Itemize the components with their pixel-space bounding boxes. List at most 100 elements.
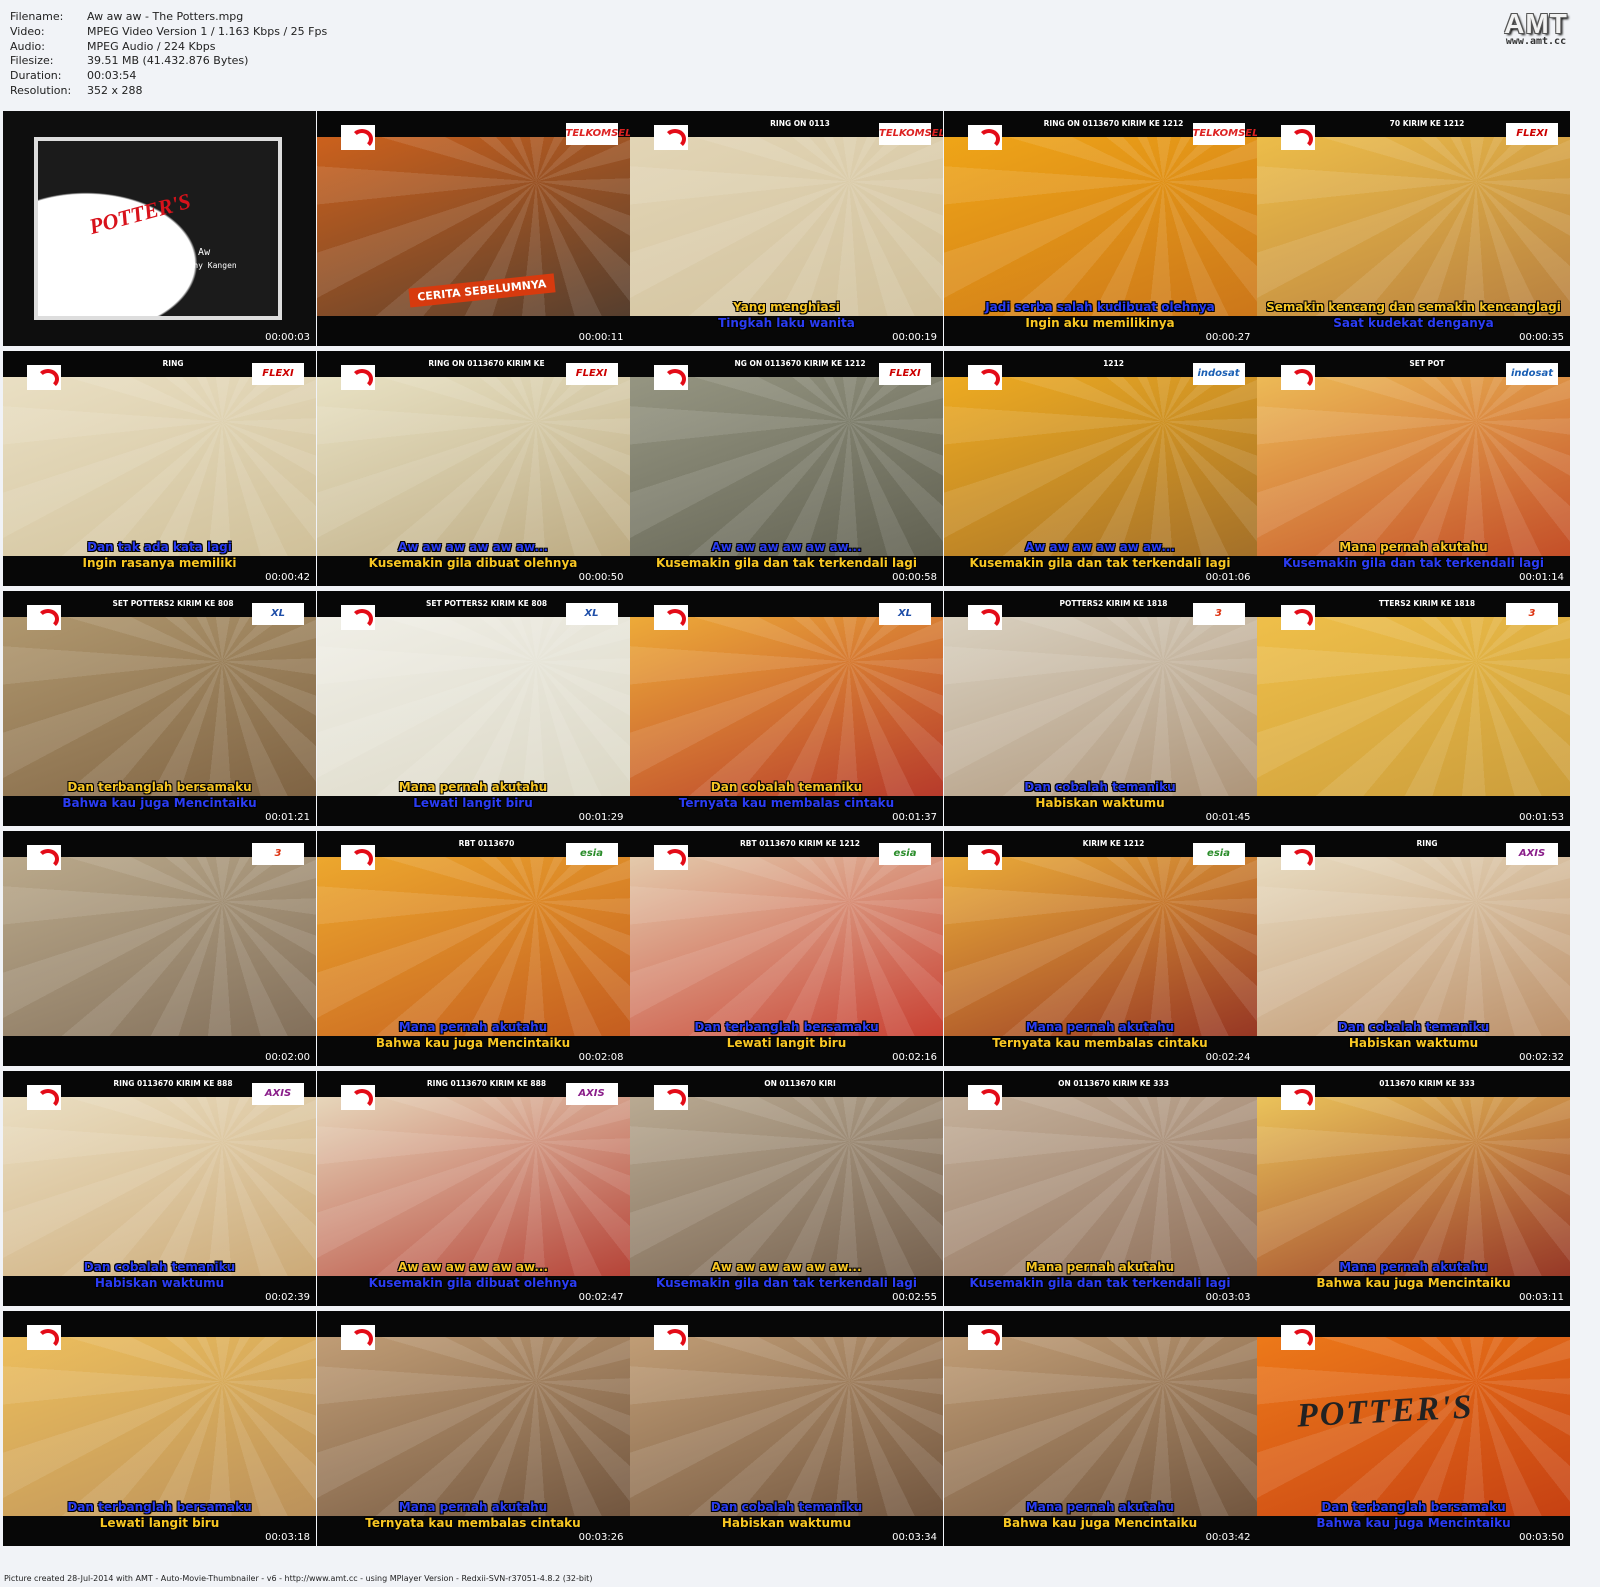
lyric-line-1: Aw aw aw aw aw aw... xyxy=(711,1260,862,1274)
timestamp: 00:02:16 xyxy=(892,1052,937,1063)
operator-logo: XL xyxy=(565,603,618,625)
lyric-line-2: Bahwa kau juga Mencintaiku xyxy=(1002,1516,1198,1530)
timestamp: 00:00:03 xyxy=(265,332,310,343)
ringtone-ticker: 0113670 KIRIM KE 333 xyxy=(1379,1079,1475,1088)
timestamp: 00:01:37 xyxy=(892,812,937,823)
operator-logo: XL xyxy=(879,603,931,625)
thumbnail-frame[interactable]: POTTERS2 KIRIM KE 1818 3 Dan cobalah teman… xyxy=(943,591,1257,826)
thumbnail-frame[interactable]: 0113670 KIRIM KE 333 Mana pernah akutahu B… xyxy=(1257,1071,1570,1306)
ringtone-ticker: 70 KIRIM KE 1212 xyxy=(1389,119,1465,128)
thumbnail-frame[interactable]: RBT 0113670 KIRIM KE 1212 esia Dan terbang… xyxy=(630,831,943,1066)
record-label-logo-icon xyxy=(27,605,61,630)
lyric-line-2: Kusemakin gila dibuat olehnya xyxy=(368,556,578,570)
thumbnail-frame[interactable]: 70 KIRIM KE 1212 FLEXI Semakin kencang dan… xyxy=(1257,111,1570,346)
thumbnail-frame[interactable]: SET POTTERS2 KIRIM KE 808 XL Mana pernah a… xyxy=(316,591,630,826)
operator-logo: FLEXI xyxy=(565,363,618,385)
lyric-line-2: Kusemakin gila dan tak terkendali lagi xyxy=(656,1276,917,1290)
record-label-logo-icon xyxy=(654,605,688,630)
lyric-line-2: Kusemakin gila dan tak terkendali lagi xyxy=(969,1276,1231,1290)
record-label-logo-icon xyxy=(27,845,61,870)
timestamp: 00:03:50 xyxy=(1519,1532,1564,1543)
ringtone-ticker: RBT 0113670 xyxy=(458,839,515,848)
lyric-line-1: Dan terbanglah bersamaku xyxy=(694,1020,879,1034)
timestamp: 00:01:21 xyxy=(265,812,310,823)
ringtone-ticker: 1212 xyxy=(1103,359,1124,368)
operator-logo: TELKOMSEL xyxy=(565,123,630,145)
info-value: MPEG Audio / 224 Kbps xyxy=(87,39,216,53)
thumbnail-frame[interactable]: ON 0113670 KIRIM KE 333 Mana pernah akuta… xyxy=(943,1071,1257,1306)
ringtone-ticker: SET POTTERS2 KIRIM KE 808 xyxy=(425,599,548,608)
thumbnail-frame[interactable]: RING 0113670 KIRIM KE 888 AXIS Aw aw aw aw… xyxy=(316,1071,630,1306)
record-label-logo-icon xyxy=(340,845,375,870)
thumbnail-frame[interactable]: 3 00:02:00 xyxy=(3,831,316,1066)
thumbnail-frame[interactable]: Dan terbanglah bersamaku Lewati langit bi… xyxy=(3,1311,316,1546)
lyric-line-1: Mana pernah akutahu xyxy=(1025,1260,1175,1274)
lyric-line-1: Jadi serba salah kudibuat olehnya xyxy=(985,300,1215,314)
lyric-line-2: Habiskan waktumu xyxy=(721,1516,852,1530)
thumbnail-frame[interactable]: TELKOMSEL CERITA SEBELUMNYA 00:00:11 xyxy=(316,111,630,346)
lyric-line-2: Bahwa kau juga Mencintaiku xyxy=(62,796,257,810)
timestamp: 00:02:00 xyxy=(265,1052,310,1063)
operator-logo: indosat xyxy=(1192,363,1245,385)
thumbnail-frame[interactable]: 1212 indosat Aw aw aw aw aw aw... Kusemakin… xyxy=(943,351,1257,586)
timestamp: 00:02:47 xyxy=(578,1292,624,1303)
intro-title-card: POTTER'S Aw Aw Cipt. Dodhy Kangen xyxy=(34,137,282,320)
thumbnail-frame[interactable]: KIRIM KE 1212 esia Mana pernah akutahu Tern… xyxy=(943,831,1257,1066)
footer-credit: Picture created 28-Jul-2014 with AMT - A… xyxy=(4,1574,593,1583)
info-value: 00:03:54 xyxy=(87,69,137,83)
lyric-line-1: Dan terbanglah bersamaku xyxy=(67,1500,252,1514)
lyric-line-2: Ternyata kau membalas cintaku xyxy=(365,1516,581,1530)
lyric-line-2: Ternyata kau membalas cintaku xyxy=(992,1036,1208,1050)
record-label-logo-icon xyxy=(340,1325,375,1350)
ringtone-ticker: ON 0113670 KIRIM KE 333 xyxy=(1058,1079,1169,1088)
info-key: Audio: xyxy=(10,39,45,53)
thumbnail-frame[interactable]: RING FLEXI Dan tak ada kata lagi Ingin rasa… xyxy=(3,351,316,586)
timestamp: 00:00:50 xyxy=(578,572,624,583)
thumbnail-frame[interactable]: POTTER'S Aw Aw Cipt. Dodhy Kangen 00:00:03 xyxy=(3,111,316,346)
lyric-line-1: Aw aw aw aw aw aw... xyxy=(397,1260,549,1274)
thumbnail-frame[interactable]: TTERS2 KIRIM KE 1818 3 00:01:53 xyxy=(1257,591,1570,826)
thumbnail-frame[interactable]: RING AXIS Dan cobalah temaniku Habiskan wak… xyxy=(1257,831,1570,1066)
ringtone-ticker: POTTERS2 KIRIM KE 1818 xyxy=(1059,599,1168,608)
ringtone-ticker: RING ON 0113 xyxy=(770,119,830,128)
lyric-line-2: Ternyata kau membalas cintaku xyxy=(678,796,895,810)
ringtone-ticker: RING xyxy=(1416,839,1438,848)
lyric-line-1: Aw aw aw aw aw aw... xyxy=(397,540,549,554)
thumbnail-frame[interactable]: Dan cobalah temaniku Habiskan waktumu 00:0… xyxy=(630,1311,943,1546)
thumbnail-frame[interactable]: XL Dan cobalah temaniku Ternyata kau memba… xyxy=(630,591,943,826)
lyric-line-2: Kusemakin gila dan tak terkendali lagi xyxy=(1283,556,1544,570)
thumbnail-frame[interactable]: Mana pernah akutahu Ternyata kau membalas… xyxy=(316,1311,630,1546)
thumbnail-frame[interactable]: Mana pernah akutahu Bahwa kau juga Mencin… xyxy=(943,1311,1257,1546)
record-label-logo-icon xyxy=(340,1085,375,1110)
thumbnail-frame[interactable]: RING 0113670 KIRIM KE 888 AXIS Dan cobalah… xyxy=(3,1071,316,1306)
thumbnail-frame[interactable]: RING ON 0113 TELKOMSEL Yang menghiasi Tingk… xyxy=(630,111,943,346)
operator-logo: indosat xyxy=(1506,363,1558,385)
file-info: Filename: Aw aw aw - The Potters.mpg Video… xyxy=(10,10,327,99)
thumbnail-frame[interactable]: RBT 0113670 esia Mana pernah akutahu Bahwa … xyxy=(316,831,630,1066)
lyric-line-2: Ingin aku memilikinya xyxy=(1025,316,1175,330)
thumbnail-frame[interactable]: RING ON 0113670 KIRIM KE FLEXI Aw aw aw aw… xyxy=(316,351,630,586)
ringtone-ticker: RING ON 0113670 KIRIM KE 1212 xyxy=(1043,119,1184,128)
lyric-line-1: Aw aw aw aw aw aw... xyxy=(711,540,862,554)
ringtone-ticker: TTERS2 KIRIM KE 1818 xyxy=(1378,599,1476,608)
thumbnail-frame[interactable]: SET POT indosat Mana pernah akutahu Kusemak… xyxy=(1257,351,1570,586)
info-key: Duration: xyxy=(10,69,62,83)
record-label-logo-icon xyxy=(654,125,688,150)
lyric-line-2: Lewati langit biru xyxy=(413,796,533,810)
thumbnail-frame[interactable]: RING ON 0113670 KIRIM KE 1212 TELKOMSEL Ja… xyxy=(943,111,1257,346)
operator-logo: FLEXI xyxy=(1506,123,1558,145)
thumbnail-frame[interactable]: NG ON 0113670 KIRIM KE 1212 FLEXI Aw aw aw… xyxy=(630,351,943,586)
thumbnail-frame[interactable]: POTTER'S Dan terbanglah bersamaku Bahwa ka… xyxy=(1257,1311,1570,1546)
record-label-logo-icon xyxy=(654,365,688,390)
thumbnail-frame[interactable]: ON 0113670 KIRI Aw aw aw aw aw aw... Kusem… xyxy=(630,1071,943,1306)
lyric-line-1: Yang menghiasi xyxy=(733,300,840,314)
ringtone-ticker: RING ON 0113670 KIRIM KE xyxy=(428,359,545,368)
operator-logo: AXIS xyxy=(252,1083,304,1105)
record-label-logo-icon xyxy=(1281,125,1315,150)
ringtone-ticker: SET POT xyxy=(1409,359,1445,368)
thumbnail-frame[interactable]: SET POTTERS2 KIRIM KE 808 XL Dan terbangla… xyxy=(3,591,316,826)
lyric-line-1: Dan cobalah temaniku xyxy=(1337,1020,1490,1034)
song-title: Aw Aw xyxy=(180,247,211,258)
timestamp: 00:00:27 xyxy=(1205,332,1251,343)
info-row: Filesize: 39.51 MB (41.432.876 Bytes) xyxy=(10,54,327,69)
